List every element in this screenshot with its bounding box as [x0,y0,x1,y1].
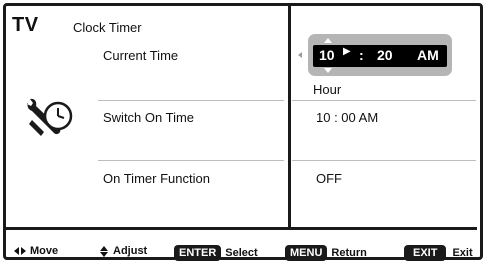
enter-key[interactable]: ENTER [174,245,222,261]
footer-divider [3,227,477,230]
move-label: Move [30,245,59,257]
menu-key[interactable]: MENU [285,245,328,261]
row-divider [292,100,476,101]
field-hint: Hour [313,82,342,97]
brand-label: TV [12,14,39,36]
current-time-editor[interactable]: 10 ▶ : 20 AM [308,34,452,76]
time-separator: : [359,47,364,63]
return-label: Return [331,247,367,259]
up-arrow-icon [324,38,332,43]
hour-value[interactable]: 10 [319,47,335,63]
row-divider [98,160,284,161]
right-arrow-icon: ▶ [343,46,351,57]
footer-exit: EXIT Exit [404,245,473,261]
menu-title: Clock Timer [73,20,142,35]
clock-icon [43,101,73,131]
footer-return: MENU Return [285,245,367,261]
footer-adjust: Adjust [100,245,147,257]
switch-on-time-label[interactable]: Switch On Time [103,110,194,125]
row-divider [98,100,284,101]
switch-on-time-value[interactable]: 10 : 00 AM [316,110,378,125]
row-divider [292,160,476,161]
minute-value[interactable]: 20 [377,47,393,63]
right-arrow-icon [21,247,26,255]
up-down-icon [100,245,108,257]
current-time-label: Current Time [103,48,179,63]
time-field[interactable]: 10 ▶ : 20 AM [313,45,447,67]
footer-select: ENTER Select [174,245,258,261]
left-arrow-hint-icon [298,52,302,58]
ampm-value[interactable]: AM [417,47,439,63]
column-divider [288,3,291,230]
footer-move: Move [14,245,58,257]
adjust-label: Adjust [113,245,148,257]
on-timer-function-value[interactable]: OFF [316,171,342,186]
on-timer-function-label[interactable]: On Timer Function [103,171,210,186]
exit-key[interactable]: EXIT [404,245,447,261]
select-label: Select [225,247,258,259]
down-arrow-icon [324,68,332,73]
left-arrow-icon [14,247,19,255]
exit-label: Exit [452,247,473,259]
wrench-clock-icon [27,98,73,136]
